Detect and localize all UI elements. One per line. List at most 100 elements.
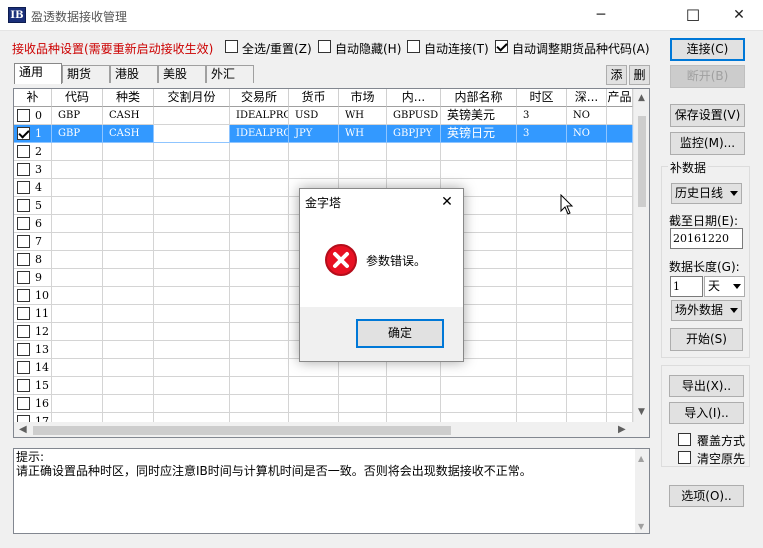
table-cell-depth[interactable] xyxy=(567,161,607,179)
table-cell-market[interactable] xyxy=(339,377,387,395)
scroll-down-icon[interactable]: ▼ xyxy=(638,520,644,534)
table-cell-currency[interactable]: JPY xyxy=(289,125,339,143)
row-select-cell[interactable]: 4 xyxy=(14,179,52,197)
row-select-cell[interactable]: 7 xyxy=(14,233,52,251)
table-cell-market[interactable]: WH xyxy=(339,107,387,125)
table-cell-depth[interactable] xyxy=(567,341,607,359)
table-cell-tz[interactable]: 3 xyxy=(517,125,567,143)
row-checkbox[interactable] xyxy=(17,127,30,140)
table-row[interactable]: 3 xyxy=(14,161,634,179)
col-header[interactable]: 产品 xyxy=(607,89,633,107)
table-cell-depth[interactable]: NO xyxy=(567,107,607,125)
close-button[interactable]: ✕ xyxy=(716,0,762,31)
data-length-field[interactable]: 1 xyxy=(670,276,703,297)
table-cell-inner[interactable] xyxy=(387,161,441,179)
tab-hk-stocks[interactable]: 港股 xyxy=(110,65,158,83)
table-cell-exchange[interactable] xyxy=(230,233,289,251)
table-cell-code[interactable]: GBP xyxy=(52,107,103,125)
table-cell-name[interactable] xyxy=(441,395,517,413)
table-cell-depth[interactable] xyxy=(567,215,607,233)
options-button[interactable]: 选项(O).. xyxy=(669,485,744,507)
col-header[interactable]: 交易所 xyxy=(230,89,289,107)
tab-general[interactable]: 通用 xyxy=(14,63,62,84)
row-select-cell[interactable]: 9 xyxy=(14,269,52,287)
table-cell-type[interactable] xyxy=(103,161,154,179)
row-checkbox[interactable] xyxy=(17,181,30,194)
row-checkbox[interactable] xyxy=(17,199,30,212)
table-cell-product[interactable] xyxy=(607,305,633,323)
table-cell-exchange[interactable] xyxy=(230,269,289,287)
horizontal-scroll-thumb[interactable] xyxy=(33,426,451,435)
table-cell-product[interactable] xyxy=(607,323,633,341)
table-cell-code[interactable] xyxy=(52,143,103,161)
table-cell-inner[interactable] xyxy=(387,143,441,161)
table-cell-month[interactable] xyxy=(154,161,230,179)
table-cell-inner[interactable]: GBPUSD xyxy=(387,107,441,125)
table-cell-name[interactable]: 英镑日元 xyxy=(441,125,517,143)
dialog-ok-button[interactable]: 确定 xyxy=(356,319,444,348)
row-checkbox[interactable] xyxy=(17,235,30,248)
row-checkbox[interactable] xyxy=(17,397,30,410)
row-select-cell[interactable]: 13 xyxy=(14,341,52,359)
table-cell-month[interactable] xyxy=(154,233,230,251)
row-checkbox[interactable] xyxy=(17,217,30,230)
table-cell-code[interactable] xyxy=(52,161,103,179)
table-cell-code[interactable] xyxy=(52,215,103,233)
table-row[interactable]: 15 xyxy=(14,377,634,395)
table-cell-tz[interactable]: 3 xyxy=(517,107,567,125)
col-header[interactable]: 种类 xyxy=(103,89,154,107)
table-cell-exchange[interactable] xyxy=(230,377,289,395)
table-cell-tz[interactable] xyxy=(517,323,567,341)
table-cell-month[interactable] xyxy=(154,377,230,395)
table-cell-code[interactable] xyxy=(52,377,103,395)
monitor-button[interactable]: 监控(M)... xyxy=(670,132,745,155)
table-cell-exchange[interactable]: IDEALPRO xyxy=(230,125,289,143)
table-cell-product[interactable] xyxy=(607,161,633,179)
row-checkbox[interactable] xyxy=(17,253,30,266)
until-date-field[interactable]: 20161220 xyxy=(670,228,743,249)
table-cell-type[interactable] xyxy=(103,251,154,269)
table-cell-market[interactable] xyxy=(339,161,387,179)
table-cell-code[interactable] xyxy=(52,323,103,341)
table-cell-code[interactable] xyxy=(52,251,103,269)
table-cell-month[interactable] xyxy=(154,179,230,197)
start-button[interactable]: 开始(S) xyxy=(670,328,743,351)
minimize-button[interactable]: ─ xyxy=(578,0,624,31)
table-cell-name[interactable] xyxy=(441,377,517,395)
table-cell-product[interactable] xyxy=(607,179,633,197)
col-header[interactable]: 时区 xyxy=(517,89,567,107)
row-select-cell[interactable]: 6 xyxy=(14,215,52,233)
table-row[interactable]: 0 GBP CASH IDEALPRO USD WH GBPUSD 英镑美元 3 NO xyxy=(14,107,634,125)
table-cell-depth[interactable] xyxy=(567,251,607,269)
table-cell-inner[interactable] xyxy=(387,377,441,395)
scroll-down-icon[interactable]: ▼ xyxy=(638,407,645,417)
table-cell-exchange[interactable] xyxy=(230,179,289,197)
table-cell-type[interactable] xyxy=(103,179,154,197)
row-select-cell[interactable]: 2 xyxy=(14,143,52,161)
table-cell-code[interactable] xyxy=(52,287,103,305)
row-checkbox[interactable] xyxy=(17,163,30,176)
col-header[interactable]: 市场 xyxy=(339,89,387,107)
col-header[interactable]: 交割月份 xyxy=(154,89,230,107)
row-select-cell[interactable]: 3 xyxy=(14,161,52,179)
table-cell-month[interactable] xyxy=(154,215,230,233)
table-cell-tz[interactable] xyxy=(517,395,567,413)
row-checkbox[interactable] xyxy=(17,109,30,122)
table-cell-product[interactable] xyxy=(607,341,633,359)
row-checkbox[interactable] xyxy=(17,343,30,356)
table-cell-month[interactable] xyxy=(154,143,230,161)
col-header[interactable]: 代码 xyxy=(52,89,103,107)
data-source-select[interactable]: 场外数据 xyxy=(671,300,742,321)
maximize-button[interactable]: ☐ xyxy=(670,0,716,31)
table-cell-depth[interactable] xyxy=(567,287,607,305)
table-cell-code[interactable]: GBP xyxy=(52,125,103,143)
scroll-up-icon[interactable]: ▲ xyxy=(638,452,644,466)
auto-adjust-checkbox[interactable] xyxy=(495,40,508,53)
tab-forex[interactable]: 外汇 xyxy=(206,65,254,83)
table-cell-type[interactable] xyxy=(103,323,154,341)
table-cell-currency[interactable] xyxy=(289,377,339,395)
add-row-button[interactable]: 添 xyxy=(606,65,627,85)
table-cell-product[interactable] xyxy=(607,287,633,305)
table-cell-depth[interactable] xyxy=(567,323,607,341)
table-cell-month[interactable] xyxy=(154,323,230,341)
